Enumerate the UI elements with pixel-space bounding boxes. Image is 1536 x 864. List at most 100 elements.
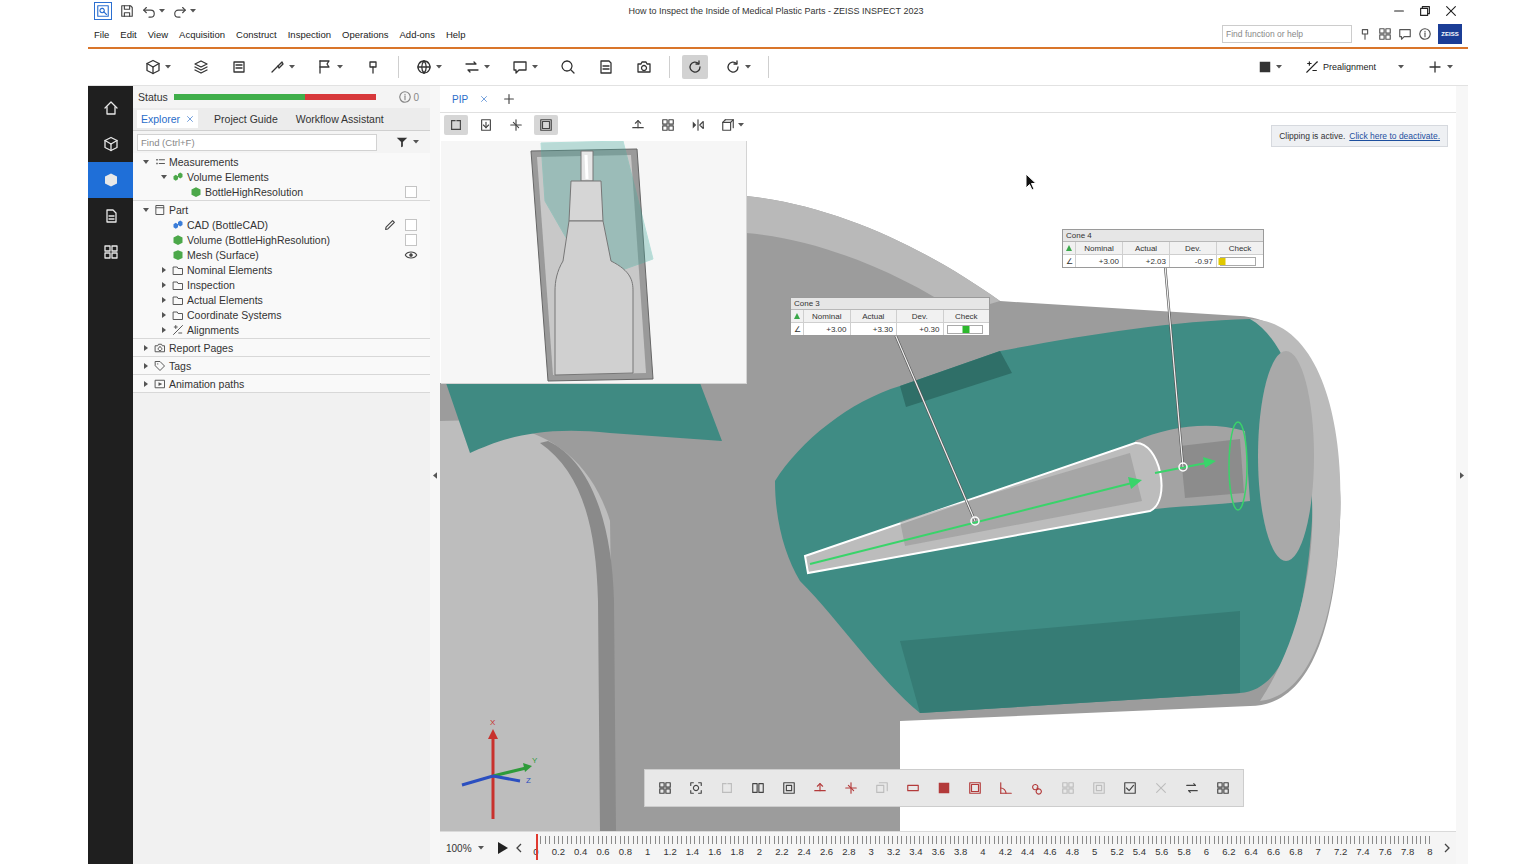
dropdown-caret-icon[interactable] [738,123,744,127]
collapse-left-icon[interactable] [433,472,437,479]
view-action-button[interactable] [1211,776,1235,800]
dropdown-caret-icon[interactable] [484,65,490,69]
tree-row[interactable]: Volume (BottleHighResolution) [133,232,430,247]
rail-item[interactable] [88,234,133,270]
find-input[interactable] [137,134,377,151]
dropdown-caret-icon[interactable] [532,65,538,69]
filter-button[interactable] [395,135,419,149]
pip-inset[interactable] [441,141,747,384]
view-tool-button[interactable] [626,115,650,135]
dropdown-caret-icon[interactable] [1447,65,1453,69]
panel-tab[interactable]: Workflow Assistant [294,110,386,128]
addons-button[interactable] [1378,27,1392,41]
menu-item[interactable]: Edit [120,29,136,40]
view-tool-button[interactable] [656,115,680,135]
close-button[interactable] [1444,4,1458,18]
menu-item[interactable]: Operations [342,29,388,40]
view-action-button[interactable] [653,776,677,800]
user-button[interactable] [1418,27,1432,41]
tree-row[interactable]: Report Pages [133,340,430,355]
menu-item[interactable]: Add-ons [400,29,435,40]
menu-item[interactable]: File [94,29,109,40]
dropdown-caret-icon[interactable] [436,65,442,69]
expander-icon[interactable] [161,312,167,318]
toolbar-button[interactable] [631,55,657,79]
callout-label[interactable]: Cone 4 NominalActualDev.Check ∠ +3.00 +2… [1062,229,1264,268]
view-action-button[interactable] [1149,776,1173,800]
toolbar-button[interactable] [682,55,708,79]
play-icon[interactable] [498,842,508,854]
expander-icon[interactable] [161,282,167,288]
toolbar-button[interactable] [507,55,543,79]
expander-icon[interactable] [143,345,149,351]
view-tool-button[interactable] [504,115,528,135]
view-action-button[interactable] [932,776,956,800]
expander-icon[interactable] [143,363,149,369]
dropdown-caret-icon[interactable] [165,65,171,69]
expander-icon[interactable] [143,381,149,387]
dropdown-caret-icon[interactable] [190,9,196,13]
pin-button[interactable] [1358,27,1372,41]
view-action-button[interactable] [808,776,832,800]
toolbar-button[interactable] [593,55,619,79]
collapse-right-icon[interactable] [1460,472,1464,479]
save-button[interactable] [120,4,134,18]
visibility-checkbox[interactable] [405,234,417,246]
dropdown-caret-icon[interactable] [289,65,295,69]
dropdown-caret-icon[interactable] [337,65,343,69]
toolbar-button[interactable] [555,55,581,79]
alignment-dropdown[interactable]: Prealignment [1301,60,1408,74]
view-action-button[interactable] [1180,776,1204,800]
callout-label[interactable]: Cone 3 NominalActualDev.Check ∠ +3.00 +3… [790,297,990,336]
menu-item[interactable]: Help [446,29,466,40]
view-tab[interactable]: PIP [448,91,492,108]
rail-item[interactable] [88,126,133,162]
view-action-button[interactable] [901,776,925,800]
minimize-button[interactable] [1392,4,1406,18]
view-tool-button[interactable] [686,115,710,135]
tree-row[interactable]: Volume Elements [133,169,430,184]
time-ruler[interactable]: 00.20.40.60.811.21.41.61.822.22.42.62.83… [530,834,1436,862]
menu-item[interactable]: Acquisition [179,29,225,40]
playhead[interactable] [536,834,538,860]
view-action-button[interactable] [870,776,894,800]
rail-item[interactable] [88,162,133,198]
view-action-button[interactable] [839,776,863,800]
panel-splitter[interactable] [430,86,440,864]
toolbar-button[interactable] [411,55,447,79]
tree-row[interactable]: Actual Elements [133,292,430,307]
color-button[interactable] [1253,56,1287,78]
step-forward-icon[interactable] [1444,843,1450,853]
expander-icon[interactable] [161,267,167,273]
messages-indicator[interactable]: 0 [398,90,425,104]
expander-icon[interactable] [161,327,167,333]
toolbar-button[interactable] [459,55,495,79]
right-splitter[interactable] [1456,86,1468,864]
view-action-button[interactable] [684,776,708,800]
tree-row[interactable]: Coordinate Systems [133,307,430,322]
view-tool-button[interactable] [534,115,558,135]
visibility-checkbox[interactable] [405,219,417,231]
toolbar-button[interactable] [720,55,756,79]
tree-row[interactable]: Animation paths [133,376,430,391]
visibility-checkbox[interactable] [405,186,417,198]
tree-row[interactable]: Mesh (Surface) [133,247,430,262]
rail-item[interactable] [88,90,133,126]
menu-item[interactable]: Construct [236,29,277,40]
menu-item[interactable]: Inspection [288,29,331,40]
view-action-button[interactable] [746,776,770,800]
add-button[interactable] [1422,55,1458,79]
dropdown-caret-icon[interactable] [1398,65,1404,69]
dropdown-caret-icon[interactable] [413,140,419,144]
panel-tab[interactable]: Project Guide [212,110,280,128]
view-action-button[interactable] [715,776,739,800]
add-view-button[interactable] [502,92,516,106]
redo-button[interactable] [173,4,196,18]
cloud-button[interactable] [1398,27,1412,41]
tree-row[interactable]: Nominal Elements [133,262,430,277]
function-search[interactable] [1222,25,1352,43]
expander-icon[interactable] [143,159,149,165]
view-tool-button[interactable] [474,115,498,135]
view-action-button[interactable] [1087,776,1111,800]
toolbar-button[interactable] [312,55,348,79]
